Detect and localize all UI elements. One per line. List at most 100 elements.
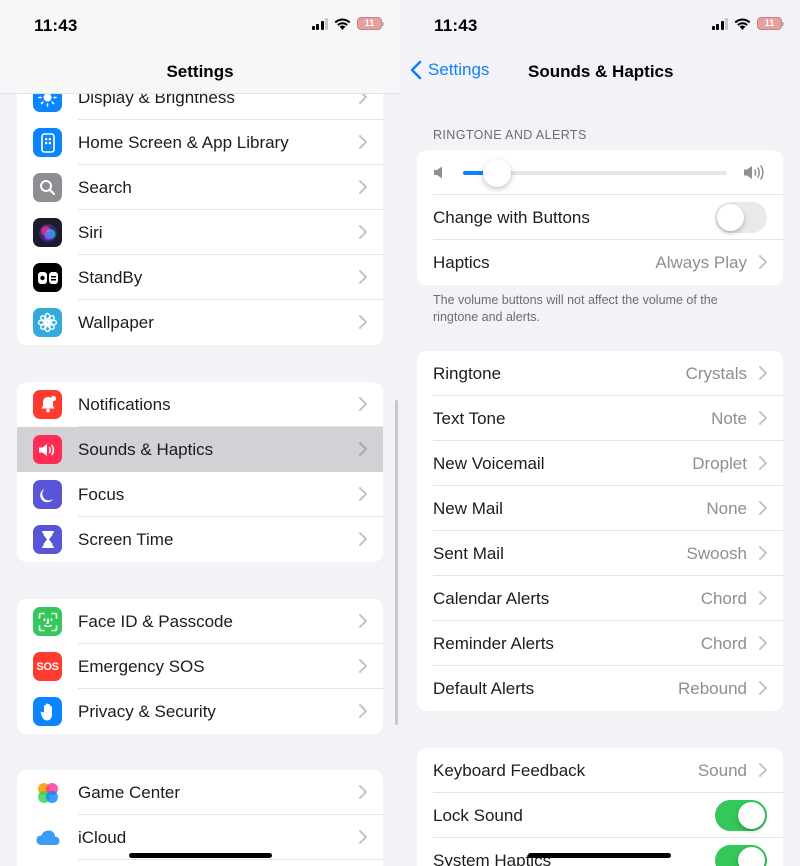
sound-setting-value: Droplet xyxy=(692,453,747,473)
chevron-right-icon xyxy=(759,546,767,560)
wifi-icon xyxy=(734,18,751,30)
ringtone-alerts-group: Change with Buttons Haptics Always Play xyxy=(417,150,783,285)
sound-setting-row[interactable]: New Mail None xyxy=(417,486,783,531)
sound-setting-label: Calendar Alerts xyxy=(433,588,550,608)
settings-group-security: Face ID & Passcode SOS Emergency SOS Pri… xyxy=(17,599,383,734)
siri-orb-icon xyxy=(33,218,62,247)
moon-icon xyxy=(33,480,62,509)
home-indicator[interactable] xyxy=(129,853,272,858)
sound-setting-value: Chord xyxy=(700,633,747,653)
sound-setting-label: Reminder Alerts xyxy=(433,633,554,653)
system-haptics-toggle[interactable] xyxy=(715,845,767,866)
chevron-right-icon xyxy=(759,366,767,380)
speaker-low-icon xyxy=(434,166,442,179)
change-with-buttons-toggle[interactable] xyxy=(715,202,767,233)
settings-group-notifications: Notifications Sounds & Haptics Focus Scr… xyxy=(17,382,383,562)
settings-item-label: Privacy & Security xyxy=(78,701,216,721)
settings-item-emergency-sos[interactable]: SOS Emergency SOS xyxy=(17,644,383,689)
sound-setting-label: Sent Mail xyxy=(433,543,504,563)
settings-item-label: Game Center xyxy=(78,782,181,802)
haptics-label: Haptics xyxy=(433,252,490,272)
chevron-right-icon xyxy=(759,501,767,515)
page-title: Settings xyxy=(166,62,234,81)
chevron-right-icon xyxy=(359,532,367,546)
chevron-right-icon xyxy=(359,659,367,673)
chevron-right-icon xyxy=(359,180,367,194)
chevron-right-icon xyxy=(359,830,367,844)
settings-item-notifications[interactable]: Notifications xyxy=(17,382,383,427)
settings-item-home-screen[interactable]: Home Screen & App Library xyxy=(17,120,383,165)
settings-item-focus[interactable]: Focus xyxy=(17,472,383,517)
chevron-right-icon xyxy=(759,411,767,425)
haptics-row[interactable]: Haptics Always Play xyxy=(417,240,783,285)
change-with-buttons-row: Change with Buttons xyxy=(417,195,783,240)
chevron-right-icon xyxy=(359,614,367,628)
settings-item-label: Screen Time xyxy=(78,529,174,549)
toggle-knob xyxy=(738,847,765,866)
chevron-right-icon xyxy=(359,397,367,411)
chevron-right-icon xyxy=(359,442,367,456)
haptics-value: Always Play xyxy=(655,252,747,272)
hourglass-icon xyxy=(33,525,62,554)
settings-item-wallpaper[interactable]: Wallpaper xyxy=(17,300,383,345)
sound-setting-row[interactable]: Calendar Alerts Chord xyxy=(417,576,783,621)
scroll-indicator[interactable] xyxy=(395,400,398,725)
status-time: 11:43 xyxy=(434,16,478,35)
chevron-right-icon xyxy=(759,636,767,650)
sound-setting-row[interactable]: Sent Mail Swoosh xyxy=(417,531,783,576)
sounds-group: Ringtone Crystals Text Tone Note New Voicema… xyxy=(417,351,783,711)
settings-item-label: Wallpaper xyxy=(78,312,154,332)
sound-setting-label: New Mail xyxy=(433,498,503,518)
nav-bar: Settings xyxy=(0,50,400,94)
battery-icon: 11 xyxy=(757,17,784,30)
hand-icon xyxy=(33,697,62,726)
settings-item-label: Face ID & Passcode xyxy=(78,611,233,631)
settings-item-standby[interactable]: StandBy xyxy=(17,255,383,300)
sound-setting-row[interactable]: New Voicemail Droplet xyxy=(417,441,783,486)
chevron-right-icon xyxy=(359,704,367,718)
settings-item-label: Search xyxy=(78,177,132,197)
sound-setting-row[interactable]: Reminder Alerts Chord xyxy=(417,621,783,666)
sound-setting-row[interactable]: Ringtone Crystals xyxy=(417,351,783,396)
row-divider xyxy=(78,859,383,860)
settings-item-screen-time[interactable]: Screen Time xyxy=(17,517,383,562)
speaker-icon xyxy=(33,435,62,464)
toggle-knob xyxy=(717,204,744,231)
settings-item-search[interactable]: Search xyxy=(17,165,383,210)
sound-setting-value: Chord xyxy=(700,588,747,608)
settings-item-label: Emergency SOS xyxy=(78,656,205,676)
settings-item-sounds-haptics[interactable]: Sounds & Haptics xyxy=(17,427,383,472)
lock-sound-toggle[interactable] xyxy=(715,800,767,831)
settings-item-privacy-security[interactable]: Privacy & Security xyxy=(17,689,383,734)
volume-slider[interactable] xyxy=(463,159,727,187)
sound-setting-value: Rebound xyxy=(677,678,747,698)
toggle-knob xyxy=(738,802,765,829)
settings-item-label: StandBy xyxy=(78,267,143,287)
keyboard-feedback-label: Keyboard Feedback xyxy=(433,760,586,780)
sound-setting-value: Note xyxy=(711,408,747,428)
cellular-signal-icon xyxy=(311,17,328,30)
settings-item-label: Focus xyxy=(78,484,125,504)
chevron-right-icon xyxy=(359,487,367,501)
page-title: Sounds & Haptics xyxy=(528,62,674,81)
keyboard-feedback-row[interactable]: Keyboard Feedback Sound xyxy=(417,748,783,793)
settings-item-game-center[interactable]: Game Center xyxy=(17,770,383,815)
status-time: 11:43 xyxy=(34,16,78,35)
settings-item-face-id[interactable]: Face ID & Passcode xyxy=(17,599,383,644)
settings-item-label: Sounds & Haptics xyxy=(78,439,214,459)
sound-setting-row[interactable]: Default Alerts Rebound xyxy=(417,666,783,711)
sound-setting-value: Swoosh xyxy=(686,543,747,563)
settings-item-siri[interactable]: Siri xyxy=(17,210,383,255)
chevron-right-icon xyxy=(359,315,367,329)
sound-setting-row[interactable]: Text Tone Note xyxy=(417,396,783,441)
face-id-icon xyxy=(33,607,62,636)
sounds-haptics-panel: 11:43 11 Settings Sounds & Haptics RINGT… xyxy=(400,0,800,866)
nav-bar: Settings Sounds & Haptics xyxy=(400,50,800,94)
volume-thumb[interactable] xyxy=(483,159,512,187)
chevron-right-icon xyxy=(359,225,367,239)
chevron-right-icon xyxy=(759,255,767,269)
sound-setting-value: None xyxy=(706,498,747,518)
home-indicator[interactable] xyxy=(528,853,671,858)
volume-footer-note: The volume buttons will not affect the v… xyxy=(433,293,718,324)
settings-group-services: Game Center iCloud xyxy=(17,770,383,866)
